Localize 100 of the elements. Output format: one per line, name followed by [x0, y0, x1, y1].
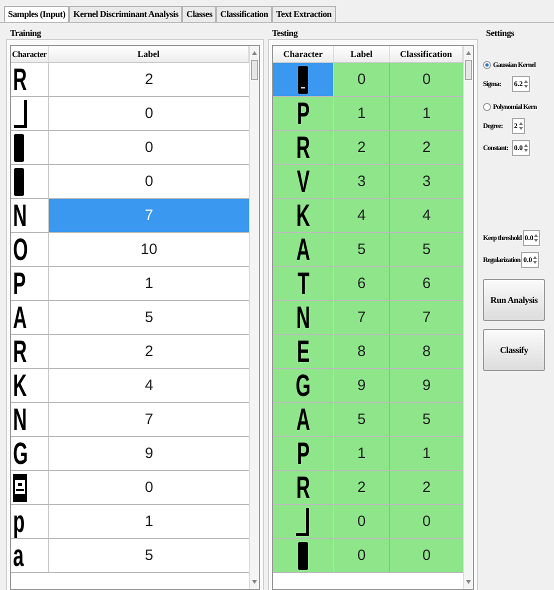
table-row[interactable]: A 5 5: [273, 403, 463, 437]
tab[interactable]: Classification: [216, 6, 272, 22]
table-cell: 0: [334, 63, 390, 96]
character-sample: K: [13, 369, 27, 402]
table-cell[interactable]: O: [11, 233, 49, 266]
table-cell[interactable]: K: [11, 369, 49, 402]
character-sample: R: [13, 335, 27, 368]
table-cell[interactable]: K: [273, 199, 334, 232]
table-cell[interactable]: G: [11, 437, 49, 470]
table-row[interactable]: 0 0: [273, 63, 463, 97]
table-row[interactable]: 9: [49, 437, 249, 470]
table-row[interactable]: A 5 5: [273, 233, 463, 267]
table-row[interactable]: 2: [49, 335, 249, 368]
table-cell[interactable]: R: [11, 63, 49, 96]
character-sample: N: [13, 199, 27, 232]
table-cell: 1: [334, 97, 390, 130]
table-cell[interactable]: A: [273, 403, 334, 436]
column-header[interactable]: Character: [11, 46, 49, 62]
character-sample: T: [297, 267, 309, 300]
character-sample: K: [296, 199, 310, 232]
table-cell: 2: [334, 471, 390, 504]
table-row[interactable]: 7: [49, 403, 249, 436]
action-button[interactable]: Run Analysis: [483, 279, 545, 321]
character-sample: A: [13, 301, 27, 334]
table-row[interactable]: 4: [49, 369, 249, 402]
tab[interactable]: Samples (Input): [4, 6, 70, 22]
table-row[interactable]: 0: [49, 131, 249, 164]
table-cell[interactable]: P: [11, 267, 49, 300]
table-cell[interactable]: a: [11, 539, 49, 572]
character-sample: P: [296, 437, 310, 470]
table-row[interactable]: 5: [49, 539, 249, 572]
character-sample: G: [13, 437, 28, 470]
column-header[interactable]: Label: [334, 46, 390, 62]
table-cell-text: 0: [421, 546, 432, 566]
table-cell: 9: [334, 369, 390, 402]
table-cell[interactable]: E: [273, 335, 334, 368]
character-sample: R: [296, 131, 310, 164]
character-sample: E: [296, 335, 310, 368]
table-row[interactable]: 0: [49, 97, 249, 130]
table-cell[interactable]: P: [273, 437, 334, 470]
table-row[interactable]: 0: [49, 165, 249, 198]
table-row[interactable]: 1: [49, 505, 249, 538]
tab[interactable]: Text Extraction: [272, 6, 336, 22]
character-sample: N: [13, 403, 27, 436]
table-row[interactable]: 0 0: [273, 539, 463, 573]
table-cell[interactable]: P: [273, 97, 334, 130]
table-cell: 6: [334, 267, 390, 300]
table-cell-text: 5: [421, 410, 432, 430]
table-cell[interactable]: R: [11, 335, 49, 368]
table-row[interactable]: T 6 6: [273, 267, 463, 301]
table-row[interactable]: 10: [49, 233, 249, 266]
table-cell[interactable]: R: [273, 471, 334, 504]
table-cell-text: 0: [421, 512, 432, 532]
table-cell[interactable]: T: [273, 267, 334, 300]
table-row[interactable]: 0 0: [273, 505, 463, 539]
column-header[interactable]: Character: [273, 46, 334, 62]
table-cell-text: 8: [421, 342, 432, 362]
table-row[interactable]: 2: [49, 63, 249, 96]
group-title: Training: [9, 27, 42, 39]
table-cell-text: 4: [421, 206, 432, 226]
table-row[interactable]: 5: [49, 301, 249, 334]
table-cell[interactable]: A: [273, 233, 334, 266]
character-sample: R: [296, 471, 310, 504]
table-row[interactable]: 0: [49, 471, 249, 504]
table-cell: 0: [334, 505, 390, 538]
table-row[interactable]: P 1 1: [273, 437, 463, 471]
table-cell: 5: [334, 403, 390, 436]
table-row[interactable]: N 7 7: [273, 301, 463, 335]
table-cell: 5: [334, 233, 390, 266]
table-cell[interactable]: R: [273, 131, 334, 164]
tab[interactable]: Classes: [182, 6, 216, 22]
table-cell[interactable]: N: [273, 301, 334, 334]
table-row[interactable]: P 1 1: [273, 97, 463, 131]
character-sample: N: [296, 301, 310, 334]
character-sample: R: [13, 63, 27, 96]
tab[interactable]: Kernel Discriminant Analysis: [69, 6, 182, 22]
table-cell[interactable]: V: [273, 165, 334, 198]
table-row[interactable]: E 8 8: [273, 335, 463, 369]
table-row[interactable]: R 2 2: [273, 131, 463, 165]
character-sample: O: [13, 233, 28, 266]
table-cell-text: 2: [421, 478, 432, 498]
table-cell-text: 9: [421, 376, 432, 396]
table-row[interactable]: G 9 9: [273, 369, 463, 403]
table-row[interactable]: R 2 2: [273, 471, 463, 505]
character-sample: V: [296, 165, 310, 198]
table-cell: 3: [334, 165, 390, 198]
table-row[interactable]: 1: [49, 267, 249, 300]
table-cell[interactable]: A: [11, 301, 49, 334]
character-sample: A: [296, 233, 310, 266]
character-sample: A: [296, 403, 310, 436]
table-cell[interactable]: G: [273, 369, 334, 402]
table-cell-text: 1: [421, 444, 432, 464]
group-title: Settings: [485, 27, 516, 39]
table-cell[interactable]: N: [11, 403, 49, 436]
table-cell: 2: [334, 131, 390, 164]
table-row[interactable]: V 3 3: [273, 165, 463, 199]
table-cell-text: 3: [421, 172, 432, 192]
table-row[interactable]: K 4 4: [273, 199, 463, 233]
action-button[interactable]: Classify: [483, 329, 545, 371]
table-cell-text: 0: [421, 70, 432, 90]
